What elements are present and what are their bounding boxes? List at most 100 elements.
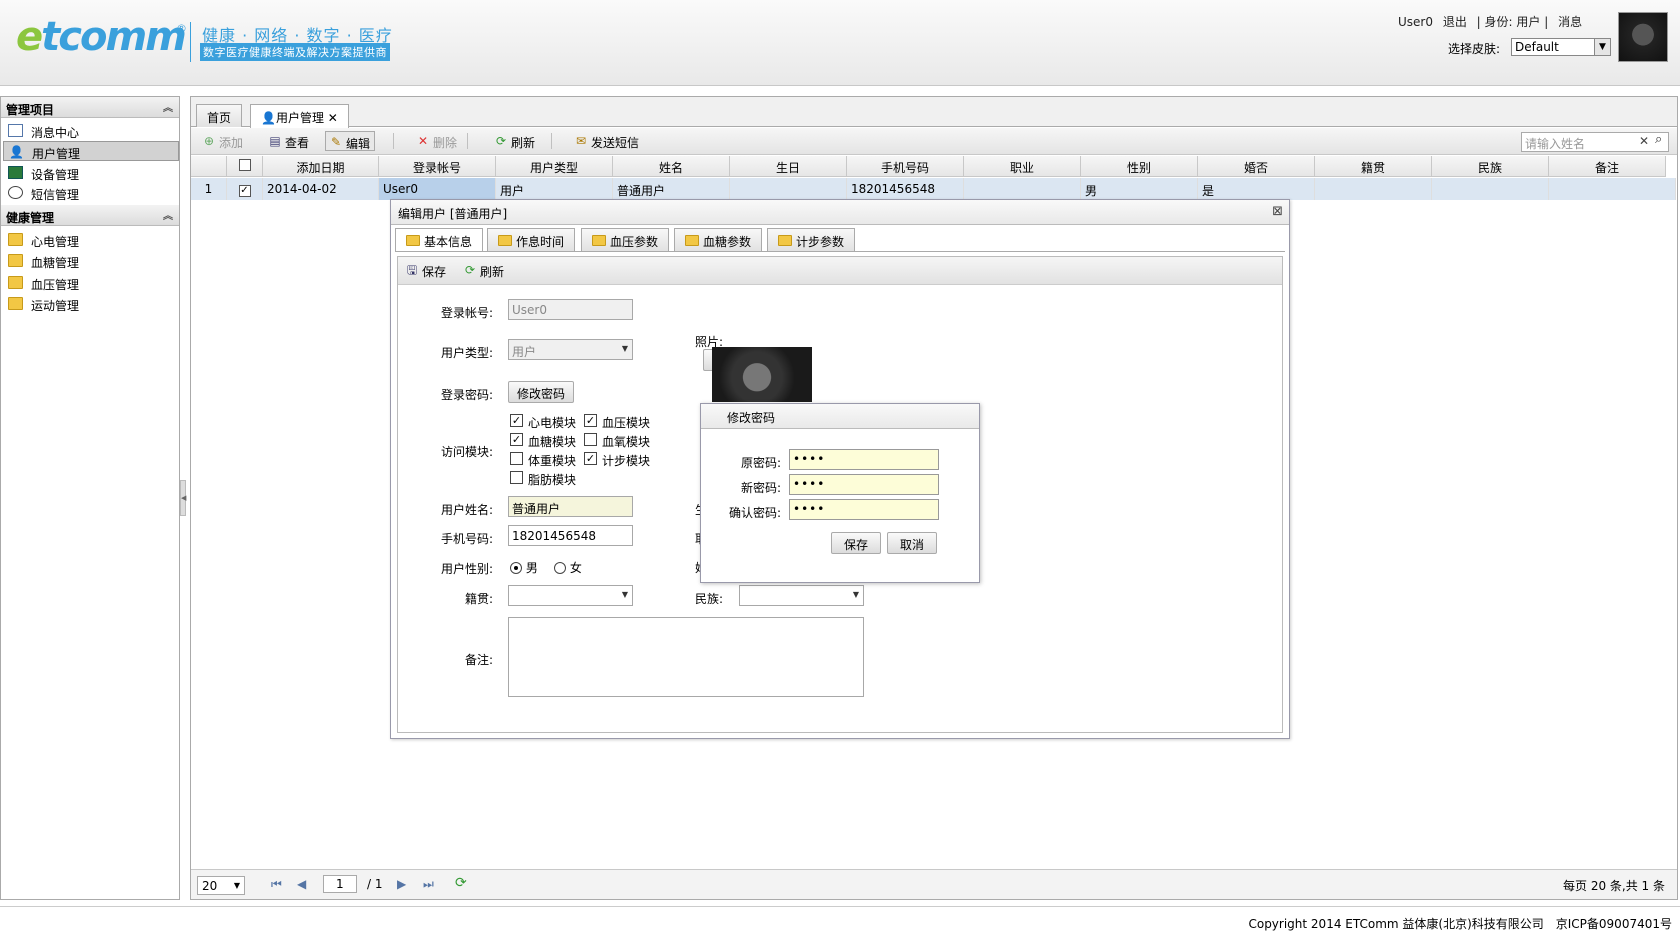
tab-user-management[interactable]: 👤用户管理 ✕: [250, 104, 349, 128]
password-cancel-button[interactable]: 取消: [887, 532, 937, 554]
collapse-icon[interactable]: ︽: [163, 207, 173, 222]
tab-schedule[interactable]: 作息时间: [487, 228, 576, 251]
phone-field[interactable]: 18201456548: [508, 525, 633, 546]
column-header[interactable]: 性别: [1081, 156, 1198, 177]
window-title[interactable]: 编辑用户 [普通用户]: [391, 200, 1289, 225]
change-password-button[interactable]: 修改密码: [508, 381, 574, 403]
sidebar-item-devices[interactable]: 设备管理: [3, 163, 179, 183]
module-checkbox-steps[interactable]: ✓ 计步模块: [584, 452, 650, 469]
table-cell[interactable]: User0: [379, 178, 496, 200]
table-cell[interactable]: 2014-04-02: [263, 178, 379, 200]
column-header[interactable]: 用户类型: [496, 156, 613, 177]
sidebar-item-users[interactable]: 👤 用户管理: [3, 141, 179, 161]
tab-basic-info[interactable]: 基本信息: [395, 228, 484, 251]
sidebar-item-sms[interactable]: 短信管理: [3, 183, 179, 203]
page-size-select[interactable]: 20 ▼: [197, 876, 245, 895]
password-save-button[interactable]: 保存: [831, 532, 881, 554]
column-header[interactable]: 备注: [1549, 156, 1666, 177]
sidebar-item-messages[interactable]: 消息中心: [3, 121, 179, 141]
column-header[interactable]: 职业: [964, 156, 1081, 177]
user-type-label: 用户类型:: [440, 346, 493, 360]
module-checkbox-oxygen[interactable]: 血氧模块: [584, 433, 650, 450]
column-header[interactable]: 婚否: [1198, 156, 1315, 177]
column-header[interactable]: 添加日期: [263, 156, 379, 177]
sidebar-section-health[interactable]: 健康管理 ︽: [1, 205, 179, 226]
column-header[interactable]: 生日: [730, 156, 847, 177]
tab-bp-params[interactable]: 血压参数: [581, 228, 670, 251]
table-cell[interactable]: [730, 178, 847, 200]
old-password-field[interactable]: ••••: [789, 449, 939, 470]
table-cell[interactable]: 18201456548: [847, 178, 964, 200]
mail-icon: [8, 124, 23, 137]
sidebar-item-ecg[interactable]: 心电管理: [3, 230, 179, 250]
table-cell[interactable]: [1549, 178, 1676, 200]
refresh-button[interactable]: ⟳ 刷新: [460, 260, 508, 280]
dialog-title[interactable]: 修改密码: [701, 404, 979, 429]
avatar[interactable]: [1618, 12, 1668, 62]
last-page-icon[interactable]: ⏭: [423, 877, 434, 892]
view-button[interactable]: ▤ 查看: [265, 131, 313, 151]
confirm-password-field[interactable]: ••••: [789, 499, 939, 520]
table-cell[interactable]: 是: [1198, 178, 1315, 200]
module-checkbox-glucose[interactable]: ✓ 血糖模块: [510, 433, 576, 450]
page-number-input[interactable]: 1: [323, 875, 357, 893]
search-icon[interactable]: ⌕: [1655, 132, 1662, 147]
gender-male-radio[interactable]: 男: [510, 559, 538, 576]
next-page-icon[interactable]: ▶: [397, 877, 406, 891]
prev-page-icon[interactable]: ◀: [297, 877, 306, 891]
table-cell[interactable]: [1315, 178, 1432, 200]
native-place-select[interactable]: ▼: [508, 585, 633, 606]
table-cell[interactable]: 普通用户: [613, 178, 730, 200]
footer: Copyright 2014 ETComm 益体康(北京)科技有限公司 京ICP…: [0, 906, 1680, 936]
skin-select[interactable]: Default ▼: [1511, 38, 1611, 56]
sidebar-section-manage[interactable]: 管理项目 ︽: [1, 97, 179, 118]
first-page-icon[interactable]: ⏮: [271, 877, 282, 892]
refresh-button[interactable]: ⟳ 刷新: [491, 131, 539, 151]
module-checkbox-weight[interactable]: 体重模块: [510, 452, 576, 469]
select-all-checkbox[interactable]: [227, 156, 263, 177]
close-icon[interactable]: ✕: [328, 111, 338, 125]
edit-button[interactable]: ✎ 编辑: [325, 131, 376, 151]
module-checkbox-ecg[interactable]: ✓ 心电模块: [510, 414, 576, 431]
column-header[interactable]: 籍贯: [1315, 156, 1432, 177]
column-header[interactable]: 民族: [1432, 156, 1549, 177]
delete-icon: ✕: [417, 134, 429, 148]
user-type-select[interactable]: 用户 ▼: [508, 339, 633, 360]
table-cell[interactable]: 男: [1081, 178, 1198, 200]
tab-glucose-params[interactable]: 血糖参数: [674, 228, 763, 251]
column-header[interactable]: 手机号码: [847, 156, 964, 177]
save-button[interactable]: 🖫 保存: [402, 260, 450, 280]
collapse-icon[interactable]: ︽: [163, 99, 173, 114]
nation-select[interactable]: ▼: [739, 585, 864, 606]
account-field[interactable]: User0: [508, 299, 633, 320]
tab-step-params[interactable]: 计步参数: [767, 228, 856, 251]
name-field[interactable]: 普通用户: [508, 496, 633, 517]
module-checkbox-bp[interactable]: ✓ 血压模块: [584, 414, 650, 431]
sidebar-collapse-handle[interactable]: ◀: [180, 480, 186, 516]
sidebar-item-bp[interactable]: 血压管理: [3, 273, 179, 293]
sidebar-item-exercise[interactable]: 运动管理: [3, 294, 179, 314]
refresh-icon[interactable]: ⟳: [455, 875, 467, 891]
messages-link[interactable]: 消息: [1558, 15, 1582, 29]
table-cell[interactable]: [964, 178, 1081, 200]
clear-icon[interactable]: ✕: [1639, 134, 1649, 148]
send-sms-button[interactable]: ✉ 发送短信: [571, 131, 643, 151]
refresh-icon: ⟳: [495, 134, 507, 148]
new-password-field[interactable]: ••••: [789, 474, 939, 495]
add-icon: ⊕: [203, 134, 215, 148]
delete-button[interactable]: ✕ 删除: [413, 131, 461, 151]
module-checkbox-fat[interactable]: 脂肪模块: [510, 471, 576, 488]
remark-textarea[interactable]: [508, 617, 864, 697]
gender-female-radio[interactable]: 女: [554, 559, 582, 576]
close-icon[interactable]: ⊠: [1272, 204, 1283, 219]
table-cell[interactable]: [1432, 178, 1549, 200]
logout-link[interactable]: 退出: [1443, 15, 1467, 29]
add-button[interactable]: ⊕ 添加: [199, 131, 247, 151]
row-checkbox[interactable]: ✓: [227, 178, 263, 200]
column-header[interactable]: 姓名: [613, 156, 730, 177]
column-header[interactable]: 登录帐号: [379, 156, 496, 177]
tab-home[interactable]: 首页: [196, 104, 243, 127]
table-cell[interactable]: 用户: [496, 178, 613, 200]
toolbar-divider: [551, 133, 552, 149]
sidebar-item-glucose[interactable]: 血糖管理: [3, 251, 179, 271]
